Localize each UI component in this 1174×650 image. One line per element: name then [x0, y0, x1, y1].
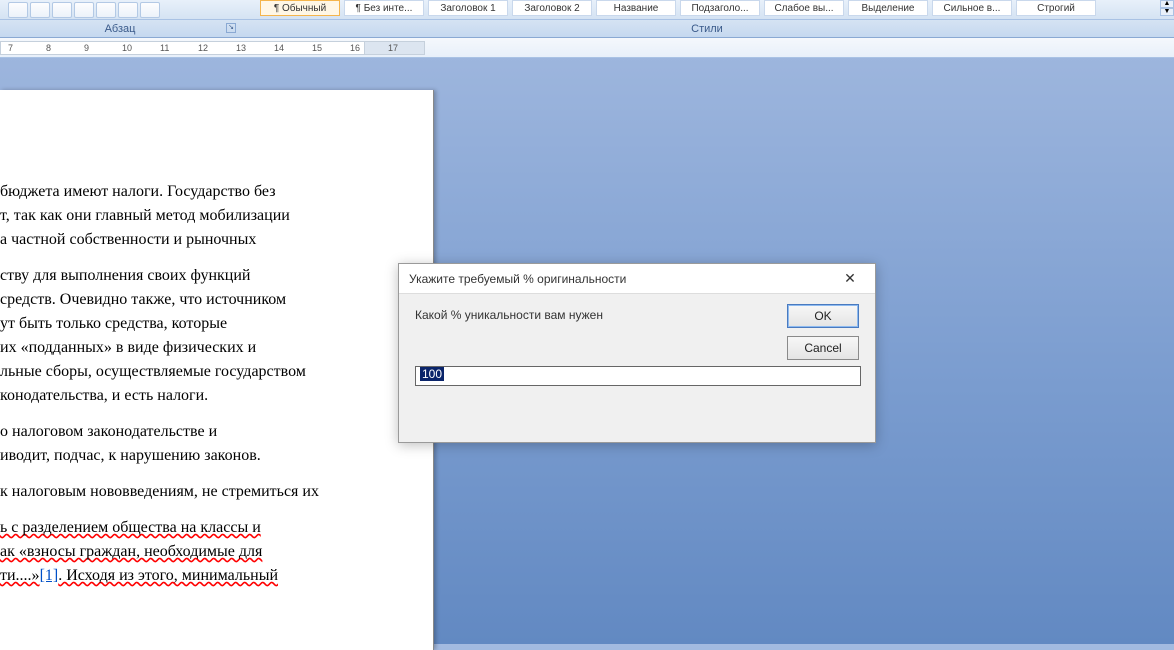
style-gallery: ¶ Обычный¶ Без инте...Заголовок 1Заголов…	[250, 0, 1156, 19]
document-text[interactable]: бюджета имеют налоги. Государство без т,…	[0, 180, 430, 600]
ribbon-styles-row: ¶ Обычный¶ Без инте...Заголовок 1Заголов…	[0, 0, 1174, 20]
ruler-tick: 8	[46, 43, 51, 53]
align-right-button[interactable]	[52, 2, 72, 18]
dialog-title-text: Укажите требуемый % оригинальности	[409, 272, 626, 286]
spellcheck-text: . Исходя из этого, минимальный	[58, 567, 278, 584]
document-page[interactable]: бюджета имеют налоги. Государство без т,…	[0, 90, 434, 650]
style-item-5[interactable]: Подзаголо...	[680, 0, 760, 16]
ok-button[interactable]: OK	[787, 304, 859, 328]
ruler-tick: 17	[388, 43, 398, 53]
dialog-titlebar[interactable]: Укажите требуемый % оригинальности ✕	[399, 264, 875, 294]
text-line: а частной собственности и рыночных	[0, 231, 256, 248]
percent-input[interactable]: 100	[415, 366, 861, 386]
text-line: иводит, подчас, к нарушению законов.	[0, 447, 261, 464]
text-line: средств. Очевидно также, что источником	[0, 291, 286, 308]
paragraph-group-label: Абзац ↘	[0, 20, 240, 37]
text-line: их «подданных» в виде физических и	[0, 339, 256, 356]
style-item-2[interactable]: Заголовок 1	[428, 0, 508, 16]
text-line: о налоговом законодательстве и	[0, 423, 217, 440]
line-spacing-button[interactable]	[96, 2, 116, 18]
text-line: ут быть только средства, которые	[0, 315, 227, 332]
ruler-tick: 12	[198, 43, 208, 53]
paragraph-buttons	[0, 0, 250, 19]
style-scroll: ▲ ▼	[1160, 0, 1174, 19]
text-line: конодательства, и есть налоги.	[0, 387, 208, 404]
input-dialog: Укажите требуемый % оригинальности ✕ Как…	[398, 263, 876, 443]
align-center-button[interactable]	[30, 2, 50, 18]
spellcheck-text: ь с разделением общества на классы и	[0, 519, 261, 536]
style-item-1[interactable]: ¶ Без инте...	[344, 0, 424, 16]
ruler-tick: 9	[84, 43, 89, 53]
ruler-tick: 10	[122, 43, 132, 53]
text-line: т, так как они главный метод мобилизации	[0, 207, 290, 224]
ruler-active-area	[0, 41, 365, 55]
text-line: бюджета имеют налоги. Государство без	[0, 183, 276, 200]
style-item-3[interactable]: Заголовок 2	[512, 0, 592, 16]
styles-group-label: Стили	[240, 20, 1174, 37]
styles-label-text: Стили	[691, 23, 723, 35]
close-icon[interactable]: ✕	[835, 268, 865, 290]
style-item-6[interactable]: Слабое вы...	[764, 0, 844, 16]
style-item-7[interactable]: Выделение	[848, 0, 928, 16]
shading-button[interactable]	[118, 2, 138, 18]
spellcheck-text: ти....»	[0, 567, 40, 584]
dialog-body: Какой % уникальности вам нужен OK Cancel…	[399, 294, 875, 398]
style-scroll-down[interactable]: ▼	[1160, 8, 1174, 16]
ribbon-labels: Абзац ↘ Стили	[0, 20, 1174, 38]
ruler-tick: 11	[160, 43, 169, 53]
align-left-button[interactable]	[8, 2, 28, 18]
ruler-tick: 7	[8, 43, 13, 53]
input-value-selected: 100	[420, 367, 444, 381]
spellcheck-text: ак «взносы граждан, необходимые для	[0, 543, 262, 560]
paragraph-label-text: Абзац	[105, 23, 136, 35]
style-scroll-up[interactable]: ▲	[1160, 0, 1174, 8]
ruler-tick: 16	[350, 43, 360, 53]
footnote-link[interactable]: [1]	[40, 567, 59, 584]
paragraph-expand-icon[interactable]: ↘	[226, 23, 236, 33]
ruler-tick: 14	[274, 43, 284, 53]
style-item-0[interactable]: ¶ Обычный	[260, 0, 340, 16]
text-line: льные сборы, осуществляемые государством	[0, 363, 306, 380]
text-line: ству для выполнения своих функций	[0, 267, 250, 284]
style-item-9[interactable]: Строгий	[1016, 0, 1096, 16]
cancel-button[interactable]: Cancel	[787, 336, 859, 360]
borders-button[interactable]	[140, 2, 160, 18]
horizontal-ruler[interactable]: 7 8 9 10 11 12 13 14 15 16 17	[0, 38, 1174, 58]
align-justify-button[interactable]	[74, 2, 94, 18]
ruler-tick: 15	[312, 43, 322, 53]
style-item-8[interactable]: Сильное в...	[932, 0, 1012, 16]
ruler-tick: 13	[236, 43, 246, 53]
text-line: к налоговым нововведениям, не стремиться…	[0, 483, 319, 500]
style-item-4[interactable]: Название	[596, 0, 676, 16]
